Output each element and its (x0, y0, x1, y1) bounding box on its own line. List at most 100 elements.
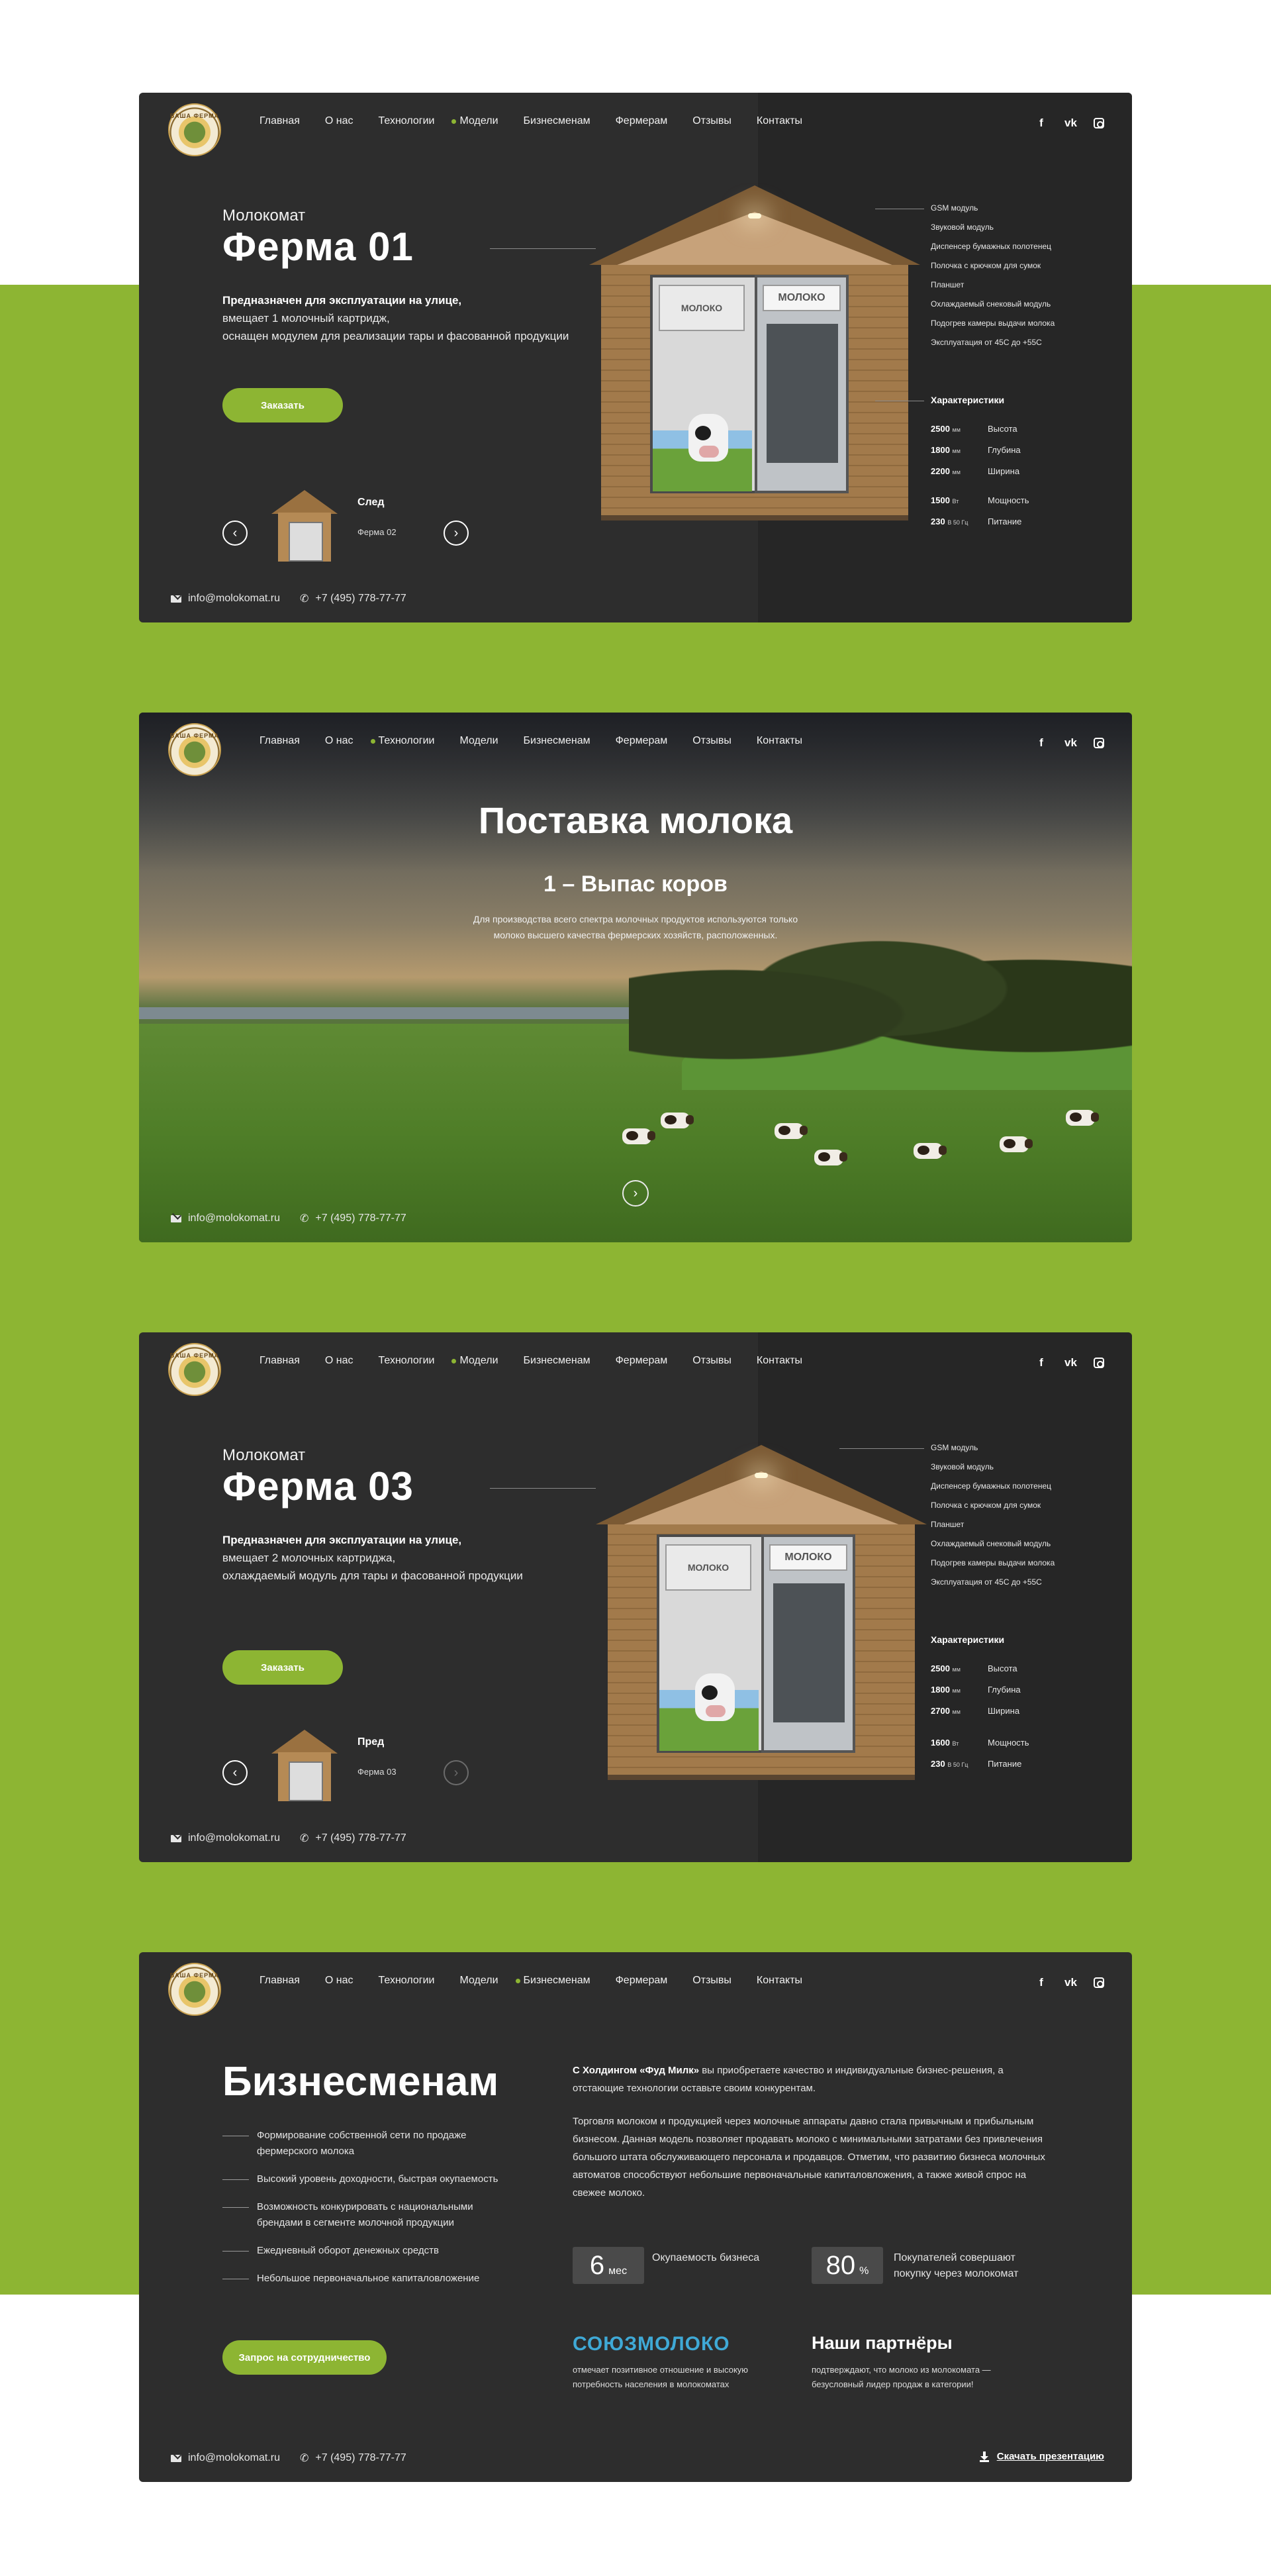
nav-farmers[interactable]: Фермерам (616, 1975, 668, 1987)
instagram-icon[interactable] (1094, 738, 1104, 748)
download-presentation-link[interactable]: Скачать презентацию (979, 2451, 1104, 2462)
facebook-icon[interactable]: f (1035, 1356, 1047, 1369)
brand-logo[interactable]: ВАША ФЕРМА (168, 723, 221, 776)
desc-line: оснащен модулем для реализации тары и фа… (222, 330, 569, 342)
benefit-item: Возможность конкурировать с национальным… (222, 2199, 500, 2231)
social-links: f vk (1035, 736, 1104, 750)
model-title: Ферма 01 (222, 224, 414, 269)
vk-icon[interactable]: vk (1064, 736, 1077, 750)
main-nav: Главная О нас Технологии Модели Бизнесме… (259, 115, 827, 127)
nav-home[interactable]: Главная (259, 115, 300, 127)
order-button[interactable]: Заказать (222, 388, 343, 422)
facebook-icon[interactable]: f (1035, 117, 1047, 130)
nav-technologies[interactable]: Технологии (379, 115, 435, 127)
nav-reviews[interactable]: Отзывы (692, 1975, 731, 1987)
nav-business[interactable]: Бизнесменам (524, 115, 590, 127)
nav-contacts[interactable]: Контакты (757, 735, 802, 747)
email-link[interactable]: info@molokomat.ru (171, 1832, 280, 1845)
facebook-icon[interactable]: f (1035, 736, 1047, 750)
nav-technologies[interactable]: Технологии (370, 735, 434, 747)
feature-item: Диспенсер бумажных полотенец (931, 242, 1051, 251)
email-link[interactable]: info@molokomat.ru (171, 592, 280, 605)
nav-about[interactable]: О нас (325, 115, 353, 127)
feature-item: Планшет (931, 1520, 965, 1529)
spec-row: 2500 мм Высота (931, 1663, 1017, 1673)
brand-logo[interactable]: ВАША ФЕРМА (168, 1963, 221, 2016)
nav-reviews[interactable]: Отзывы (692, 1355, 731, 1367)
email-link[interactable]: info@molokomat.ru (171, 1212, 280, 1225)
instagram-icon[interactable] (1094, 1977, 1104, 1988)
next-slide-button[interactable]: › (444, 520, 469, 546)
facebook-icon[interactable]: f (1035, 1976, 1047, 1989)
payback-caption: Окупаемость бизнеса (652, 2252, 760, 2263)
nav-business[interactable]: Бизнесменам (515, 1975, 590, 1987)
payback-stat: 6 мес (573, 2247, 644, 2284)
cow-figure (914, 1143, 947, 1159)
email-link[interactable]: info@molokomat.ru (171, 2452, 280, 2465)
main-nav: Главная О нас Технологии Модели Бизнесме… (259, 1355, 827, 1367)
pasture-background-image (139, 713, 1132, 1242)
nav-reviews[interactable]: Отзывы (692, 735, 731, 747)
vk-icon[interactable]: vk (1064, 1356, 1077, 1369)
nav-business[interactable]: Бизнесменам (524, 1355, 590, 1367)
nav-farmers[interactable]: Фермерам (616, 1355, 668, 1367)
vk-icon[interactable]: vk (1064, 117, 1077, 130)
cow-figure (661, 1113, 694, 1128)
contact-bar: info@molokomat.ru ✆ +7 (495) 778-77-77 (171, 2452, 406, 2465)
spec-row: 230 В 50 Гц Питание (931, 1759, 1022, 1769)
instagram-icon[interactable] (1094, 1358, 1104, 1368)
nav-models[interactable]: Модели (451, 1355, 498, 1367)
vk-icon[interactable]: vk (1064, 1976, 1077, 1989)
order-button[interactable]: Заказать (222, 1650, 343, 1685)
desc-line: вмещает 1 молочный картридж, (222, 312, 390, 324)
contact-bar: info@molokomat.ru ✆ +7 (495) 778-77-77 (171, 592, 406, 605)
nav-models[interactable]: Модели (459, 735, 498, 747)
main-nav: Главная О нас Технологии Модели Бизнесме… (259, 735, 827, 747)
phone-link[interactable]: ✆ +7 (495) 778-77-77 (300, 1832, 406, 1845)
nav-contacts[interactable]: Контакты (757, 115, 802, 127)
benefit-item: Небольшое первоначальное капиталовложени… (222, 2271, 500, 2287)
kiosk-sign: МОЛОКО (665, 1544, 751, 1591)
nav-technologies[interactable]: Технологии (379, 1975, 435, 1987)
phone-icon: ✆ (299, 593, 309, 605)
nav-about[interactable]: О нас (325, 1975, 353, 1987)
nav-technologies[interactable]: Технологии (379, 1355, 435, 1367)
nav-contacts[interactable]: Контакты (757, 1975, 802, 1987)
feature-item: Диспенсер бумажных полотенец (931, 1481, 1051, 1491)
phone-link[interactable]: ✆ +7 (495) 778-77-77 (300, 592, 406, 605)
brand-logo[interactable]: ВАША ФЕРМА (168, 103, 221, 156)
nav-about[interactable]: О нас (325, 735, 353, 747)
nav-farmers[interactable]: Фермерам (616, 115, 668, 127)
spec-row: 2500 мм Высота (931, 424, 1017, 434)
business-card: ВАША ФЕРМА Главная О нас Технологии Моде… (139, 1952, 1132, 2482)
nav-reviews[interactable]: Отзывы (692, 115, 731, 127)
brand-logo[interactable]: ВАША ФЕРМА (168, 1343, 221, 1396)
nav-models[interactable]: Модели (451, 115, 498, 127)
kiosk-sign-door: МОЛОКО (763, 285, 841, 311)
instagram-icon[interactable] (1094, 118, 1104, 128)
phone-link[interactable]: ✆ +7 (495) 778-77-77 (300, 1212, 406, 1225)
prev-slide-button[interactable]: ‹ (222, 1760, 248, 1785)
nav-business[interactable]: Бизнесменам (524, 735, 590, 747)
next-model-thumbnail[interactable] (271, 490, 338, 563)
next-step-button[interactable]: › (622, 1180, 649, 1207)
nav-home[interactable]: Главная (259, 735, 300, 747)
phone-link[interactable]: ✆ +7 (495) 778-77-77 (300, 2452, 406, 2465)
desc-bold: Предназначен для эксплуатации на улице, (222, 294, 462, 307)
nav-home[interactable]: Главная (259, 1975, 300, 1987)
download-icon (979, 2451, 989, 2462)
spec-row: 1600 Вт Мощность (931, 1738, 1029, 1748)
phone-icon: ✆ (299, 2453, 309, 2464)
nav-models[interactable]: Модели (459, 1975, 498, 1987)
nav-home[interactable]: Главная (259, 1355, 300, 1367)
buyers-stat: 80% (812, 2247, 883, 2284)
prev-slide-button[interactable]: ‹ (222, 520, 248, 546)
partnership-request-button[interactable]: Запрос на сотрудничество (222, 2340, 387, 2375)
soyuzmoloko-logo[interactable]: СОЮЗМОЛОКО (573, 2333, 730, 2355)
benefit-item: Высокий уровень доходности, быстрая окуп… (222, 2171, 500, 2187)
nav-farmers[interactable]: Фермерам (616, 735, 668, 747)
nav-contacts[interactable]: Контакты (757, 1355, 802, 1367)
nav-about[interactable]: О нас (325, 1355, 353, 1367)
next-slide-button[interactable]: › (444, 1760, 469, 1785)
prev-model-thumbnail[interactable] (271, 1730, 338, 1803)
